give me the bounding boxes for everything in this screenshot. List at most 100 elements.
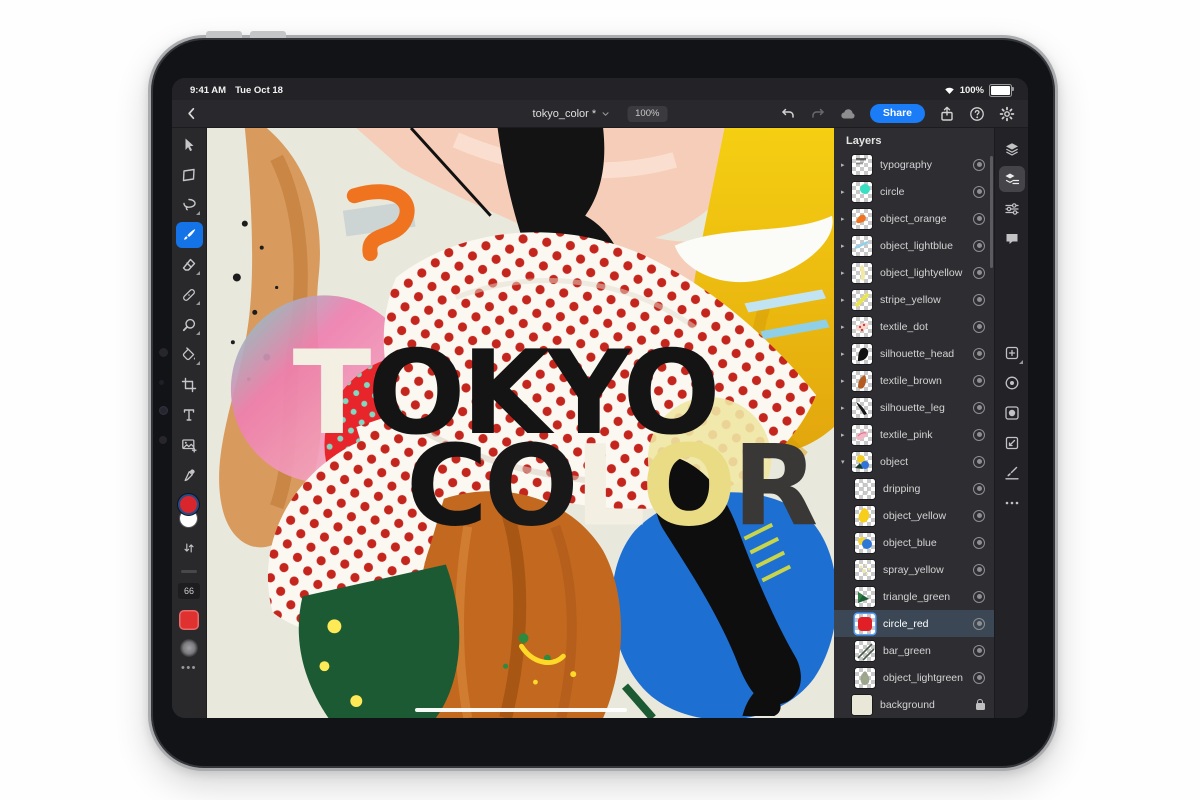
layer-mask[interactable] (999, 400, 1025, 426)
layer-visibility-eye-icon[interactable] (973, 537, 985, 549)
layer-visibility-eye-icon[interactable] (973, 645, 985, 657)
type-tool[interactable] (176, 402, 203, 428)
artwork-title-line2: COLOR (406, 422, 816, 552)
crop-tool[interactable] (176, 372, 203, 398)
layer-visibility-eye-icon[interactable] (973, 213, 985, 225)
layer-row[interactable]: object_blue (834, 529, 994, 556)
eraser-tool[interactable] (176, 252, 203, 278)
layer-visibility-eye-icon[interactable] (973, 294, 985, 306)
export-icon[interactable] (938, 105, 955, 122)
page-background: 9:41 AM Tue Oct 18 100% tokyo_color * 10… (0, 0, 1200, 800)
layer-properties[interactable] (999, 166, 1025, 192)
layer-visibility-eye-icon[interactable] (973, 321, 985, 333)
layer-visibility-eye-icon[interactable] (973, 456, 985, 468)
fill-tool[interactable] (176, 342, 203, 368)
layer-row[interactable]: triangle_green (834, 583, 994, 610)
layer-visibility-eye-icon[interactable] (973, 564, 985, 576)
undo-icon[interactable] (780, 105, 797, 122)
layer-row[interactable]: spray_yellow (834, 556, 994, 583)
disclosure-triangle-icon[interactable] (841, 215, 852, 223)
cloud-sync-icon[interactable] (840, 105, 857, 122)
layers-view[interactable] (999, 136, 1025, 162)
layer-visibility-eye-icon[interactable] (973, 510, 985, 522)
disclosure-triangle-icon[interactable] (841, 242, 852, 250)
disclosure-triangle-icon[interactable] (841, 404, 852, 412)
add-layer[interactable] (999, 340, 1025, 366)
document-title-group[interactable]: tokyo_color * 100% (533, 106, 668, 122)
layer-row[interactable]: textile_dot (834, 313, 994, 340)
layer-row[interactable]: textile_pink (834, 421, 994, 448)
disclosure-triangle-icon[interactable] (841, 350, 852, 358)
disclosure-triangle-icon[interactable] (841, 377, 852, 385)
home-indicator[interactable] (415, 708, 627, 713)
brush-hardness-preview[interactable] (180, 639, 198, 657)
foreground-color-chip[interactable] (180, 496, 197, 513)
disclosure-triangle-icon[interactable] (841, 296, 852, 304)
layer-thumbnail (852, 695, 872, 715)
layer-row[interactable]: object_lightgreen (834, 664, 994, 691)
swap-colors-icon[interactable] (179, 538, 199, 558)
layer-visibility-eye-icon[interactable] (973, 159, 985, 171)
layer-row[interactable]: silhouette_leg (834, 394, 994, 421)
layer-row[interactable]: circle_red (834, 610, 994, 637)
layer-row[interactable]: background (834, 691, 994, 718)
clip-layer[interactable] (999, 460, 1025, 486)
layer-visibility-eye-icon[interactable] (973, 267, 985, 279)
layer-visibility-eye-icon[interactable] (973, 375, 985, 387)
lasso-tool[interactable] (176, 192, 203, 218)
layer-visibility-eye-icon[interactable] (973, 240, 985, 252)
transform-tool[interactable] (176, 162, 203, 188)
brush-color-swatch[interactable] (179, 610, 199, 630)
layers-scrollbar[interactable] (990, 156, 993, 268)
layer-row[interactable]: object_lightyellow (834, 259, 994, 286)
move-tool[interactable] (176, 132, 203, 158)
share-button[interactable]: Share (870, 104, 925, 123)
disclosure-triangle-icon[interactable] (841, 323, 852, 331)
layer-visibility-eye-icon[interactable] (973, 591, 985, 603)
layer-row[interactable]: silhouette_head (834, 340, 994, 367)
place-image-tool[interactable] (176, 432, 203, 458)
layer-visibility-eye-icon[interactable] (973, 429, 985, 441)
disclosure-triangle-icon[interactable] (841, 458, 852, 466)
layer-row[interactable]: object_yellow (834, 502, 994, 529)
layer-visibility-eye-icon[interactable] (973, 483, 985, 495)
brush-tool[interactable] (176, 222, 203, 248)
layer-row[interactable]: typography (834, 151, 994, 178)
canvas-artwork[interactable]: TOKYO COLOR (207, 128, 834, 718)
settings-gear-icon[interactable] (998, 105, 1015, 122)
layer-row[interactable]: object_lightblue (834, 232, 994, 259)
layer-visibility-eye-icon[interactable] (973, 186, 985, 198)
healing-tool[interactable] (176, 282, 203, 308)
layer-visibility-eye-icon[interactable] (973, 402, 985, 414)
layer-row[interactable]: dripping (834, 475, 994, 502)
layer-row[interactable]: object (834, 448, 994, 475)
color-chips[interactable] (176, 496, 202, 532)
layer-visibility-eye-icon[interactable] (973, 348, 985, 360)
disclosure-triangle-icon[interactable] (841, 269, 852, 277)
brush-size-value[interactable]: 66 (178, 583, 200, 599)
layer-row[interactable]: textile_brown (834, 367, 994, 394)
disclosure-triangle-icon[interactable] (841, 161, 852, 169)
layer-visibility-eye-icon[interactable] (973, 672, 985, 684)
layer-row[interactable]: stripe_yellow (834, 286, 994, 313)
zoom-level-badge[interactable]: 100% (627, 106, 667, 122)
eyedropper-tool[interactable] (176, 462, 203, 488)
layer-row[interactable]: bar_green (834, 637, 994, 664)
transform-layer[interactable] (999, 430, 1025, 456)
canvas-area[interactable]: TOKYO COLOR (207, 128, 834, 718)
back-chevron-icon[interactable] (181, 104, 201, 124)
document-title[interactable]: tokyo_color * (533, 108, 597, 120)
disclosure-triangle-icon[interactable] (841, 188, 852, 196)
disclosure-triangle-icon[interactable] (841, 431, 852, 439)
layer-row[interactable]: circle (834, 178, 994, 205)
redo-icon[interactable] (810, 105, 827, 122)
layer-visibility[interactable] (999, 370, 1025, 396)
comments[interactable] (999, 226, 1025, 252)
layer-row[interactable]: object_orange (834, 205, 994, 232)
adjustments[interactable] (999, 196, 1025, 222)
more-options[interactable] (999, 490, 1025, 516)
layer-visibility-eye-icon[interactable] (973, 618, 985, 630)
clone-stamp-tool[interactable] (176, 312, 203, 338)
help-icon[interactable] (968, 105, 985, 122)
toolbar-more-icon[interactable]: ••• (181, 665, 197, 671)
